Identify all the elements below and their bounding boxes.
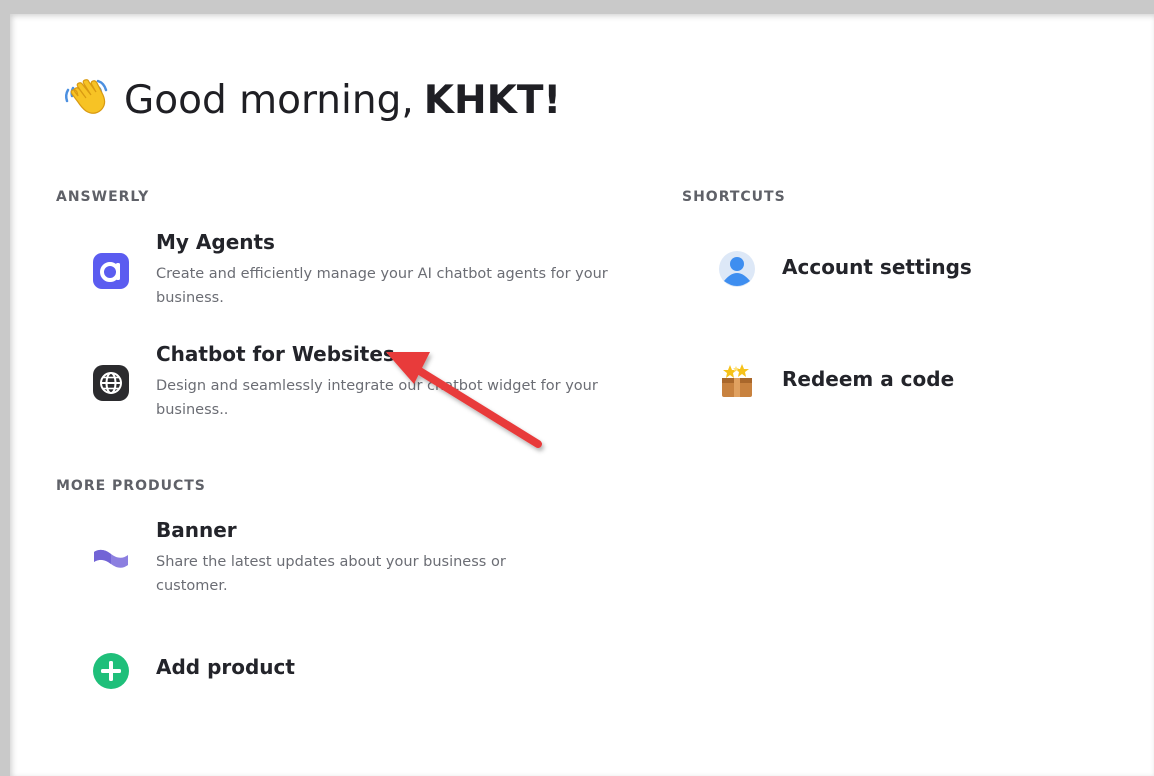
greeting-username: KHKT! xyxy=(423,77,562,123)
section-label-more-products: MORE PRODUCTS xyxy=(56,478,206,494)
shortcut-redeem-code[interactable]: Redeem a code xyxy=(682,352,1082,412)
product-chatbot-for-websites[interactable]: Chatbot for Websites Design and seamless… xyxy=(56,340,616,426)
banner-title: Banner xyxy=(156,518,237,542)
greeting-text: Good morning, xyxy=(124,77,414,123)
gift-box-icon xyxy=(718,362,756,400)
shortcut-account-settings[interactable]: Account settings xyxy=(682,240,1082,300)
my-agents-title: My Agents xyxy=(156,230,275,254)
chatbot-for-websites-description: Design and seamlessly integrate our chat… xyxy=(156,378,598,418)
section-label-answerly: ANSWERLY xyxy=(56,189,150,205)
add-product-button[interactable]: Add product xyxy=(56,640,456,700)
my-agents-description: Create and efficiently manage your AI ch… xyxy=(156,266,608,306)
section-label-shortcuts: SHORTCUTS xyxy=(682,189,786,205)
plus-circle-icon xyxy=(92,652,130,690)
product-banner[interactable]: Banner Share the latest updates about yo… xyxy=(56,516,616,602)
answerly-logo-icon xyxy=(92,252,130,290)
globe-icon xyxy=(92,364,130,402)
greeting-heading: Good morning, KHKT! xyxy=(62,72,561,128)
banner-ribbon-icon xyxy=(92,540,130,578)
banner-description: Share the latest updates about your busi… xyxy=(156,554,506,594)
redeem-code-title: Redeem a code xyxy=(782,367,955,391)
add-product-title: Add product xyxy=(156,655,295,679)
user-avatar-icon xyxy=(718,250,756,288)
chatbot-for-websites-title: Chatbot for Websites xyxy=(156,342,395,366)
waving-hand-icon xyxy=(64,79,108,114)
account-settings-title: Account settings xyxy=(782,255,972,279)
product-my-agents[interactable]: My Agents Create and efficiently manage … xyxy=(56,228,616,314)
